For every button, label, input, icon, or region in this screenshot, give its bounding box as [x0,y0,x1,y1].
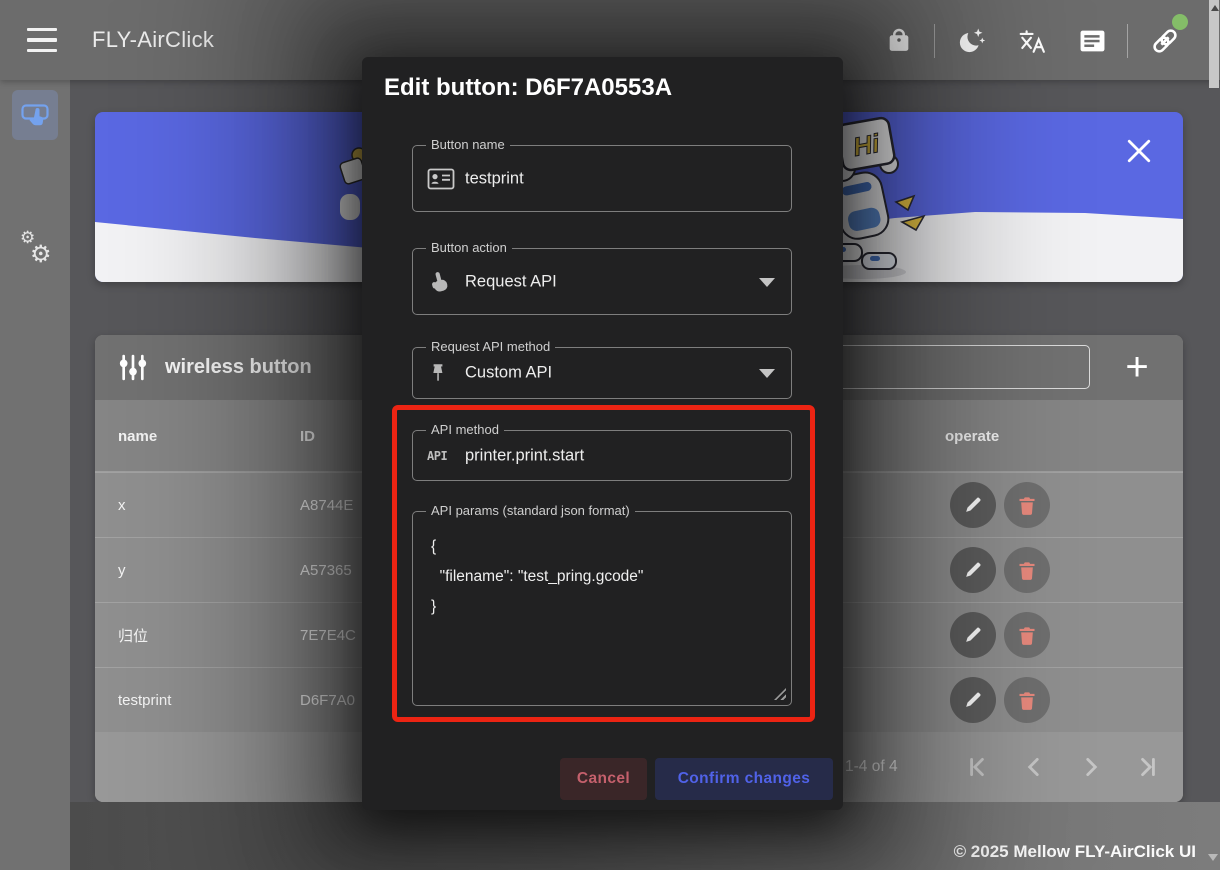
delete-button[interactable] [1004,482,1050,528]
pencil-icon [963,625,983,645]
api-params-textarea[interactable]: API params (standard json format) { "fil… [412,511,792,706]
field-label: Request API method [426,339,555,354]
scrollbar-down-arrow[interactable] [1208,854,1218,861]
pencil-icon [963,690,983,710]
changelog-icon[interactable] [1069,18,1115,64]
first-page-button[interactable] [964,754,990,780]
request-api-method-select[interactable]: Request API method Custom API [412,347,792,399]
edit-button-dialog: Edit button: D6F7A0553A Button name test… [362,57,843,810]
api-params-value: { "filename": "test_pring.gcode" } [413,512,791,622]
resize-handle[interactable] [774,688,786,700]
banner-close-button[interactable] [1125,138,1153,166]
link-status-badge [1172,14,1188,30]
last-page-icon [1135,754,1161,780]
chevron-right-icon [1078,754,1104,780]
cell-name: 归位 [118,603,148,668]
chevron-left-icon [1021,754,1047,780]
touch-app-icon [20,100,50,130]
trash-icon [1017,690,1037,711]
edit-button[interactable] [950,482,996,528]
prev-page-button[interactable] [1021,754,1047,780]
cell-name: testprint [118,668,171,733]
trash-icon [1017,625,1037,646]
toolbar-divider [934,24,935,58]
cell-id: 7E7E4C [300,603,356,668]
pagination-range: 1-4 of 4 [845,732,898,802]
trash-icon [1017,495,1037,516]
cell-id: A8744E [300,473,353,538]
pencil-icon [963,495,983,515]
cell-id: A57365 [300,538,352,603]
api-method-value: printer.print.start [465,446,584,465]
column-header-operate: operate [945,400,999,472]
toolbar-divider [1127,24,1128,58]
request-api-method-value: Custom API [465,364,552,383]
close-icon [1126,138,1152,164]
dialog-title: Edit button: D6F7A0553A [384,74,672,102]
next-page-button[interactable] [1078,754,1104,780]
sidebar-item-wireless-buttons[interactable] [12,90,58,140]
delete-button[interactable] [1004,612,1050,658]
edit-button[interactable] [950,677,996,723]
scrollbar-up-arrow[interactable] [1211,5,1219,11]
field-label: Button name [426,137,510,152]
cell-id: D6F7A0 [300,668,355,733]
dark-mode-moon-icon[interactable] [949,18,995,64]
first-page-icon [964,754,990,780]
footer: © 2025 Mellow FLY-AirClick UI [70,802,1220,870]
api-icon: API [427,449,447,463]
scrollbar-thumb[interactable] [1209,0,1219,88]
button-action-select[interactable]: Button action Request API [412,248,792,315]
api-method-field[interactable]: API method API printer.print.start [412,430,792,481]
column-header-id: ID [300,400,315,472]
delete-button[interactable] [1004,677,1050,723]
chevron-down-icon [759,369,775,378]
gears-icon: ⚙ [30,240,52,269]
shop-bag-icon[interactable] [876,18,922,64]
nav-drawer: ⚙ ⚙ [0,80,70,870]
tune-icon [118,353,148,387]
field-label: API method [426,422,504,437]
last-page-button[interactable] [1135,754,1161,780]
badge-icon [427,168,455,190]
gesture-tap-icon [427,270,451,294]
field-label: API params (standard json format) [426,503,635,518]
app-title: FLY-AirClick [92,0,214,80]
delete-button[interactable] [1004,547,1050,593]
edit-button[interactable] [950,547,996,593]
button-action-value: Request API [465,272,557,291]
chevron-down-icon [759,278,775,287]
edit-button[interactable] [950,612,996,658]
cell-name: x [118,473,126,538]
trash-icon [1017,560,1037,581]
panel-title: wireless button [165,335,312,400]
button-name-value: testprint [465,169,524,188]
confirm-changes-button[interactable]: Confirm changes [655,758,833,800]
cell-name: y [118,538,126,603]
cancel-button[interactable]: Cancel [560,758,647,800]
translate-icon[interactable] [1009,18,1055,64]
pin-icon [427,362,449,385]
field-label: Button action [426,240,512,255]
pencil-icon [963,560,983,580]
sidebar-item-settings[interactable]: ⚙ ⚙ [14,226,58,276]
add-button[interactable]: + [1113,337,1161,397]
button-name-field[interactable]: Button name testprint [412,145,792,212]
column-header-name: name [118,400,157,472]
menu-icon[interactable] [27,28,59,52]
copyright-text: © 2025 Mellow FLY-AirClick UI [954,842,1196,862]
